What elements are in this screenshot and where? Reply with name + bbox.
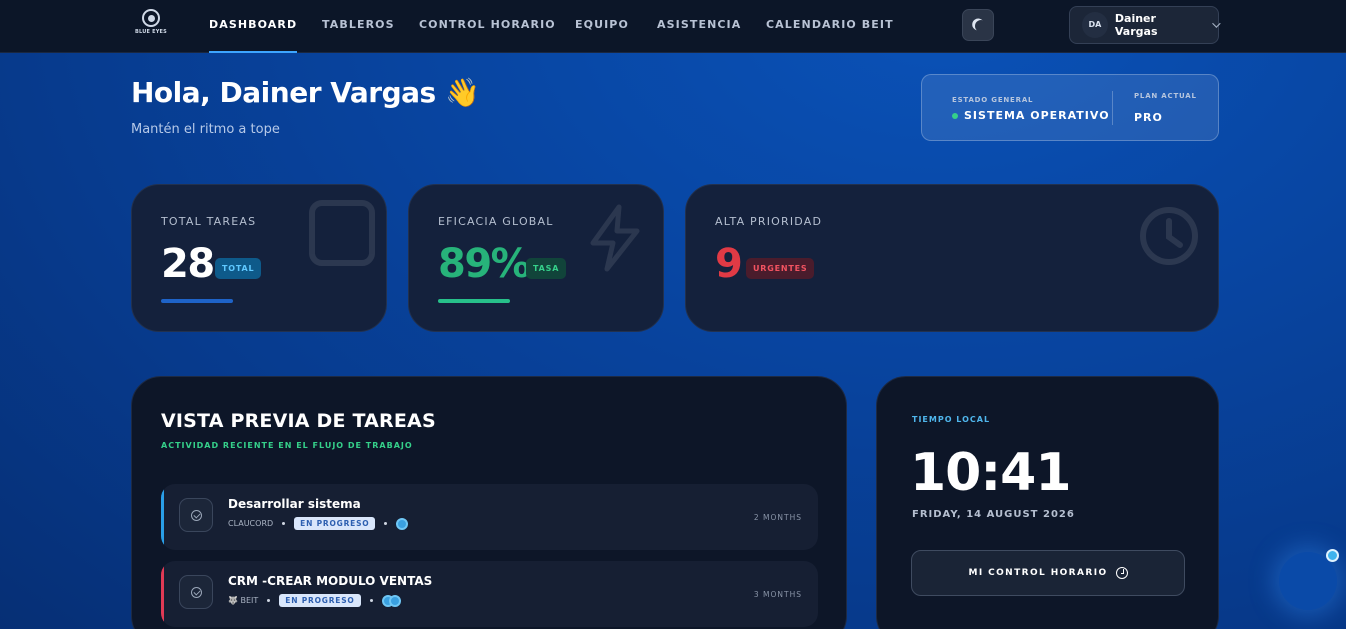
- list-item[interactable]: CRM -CREAR MODULO VENTAS 🐺 BEIT EN PROGR…: [161, 561, 818, 627]
- task-project: 🐺 BEIT: [228, 596, 259, 605]
- separator-dot: [282, 522, 286, 525]
- stat-value: 89%: [438, 241, 531, 287]
- system-status-card: ESTADO GENERAL SISTEMA OPERATIVO PLAN AC…: [921, 74, 1219, 141]
- clock-icon: [1140, 207, 1198, 265]
- task-meta: CLAUCORD EN PROGRESO: [228, 517, 409, 530]
- panel-title: VISTA PREVIA DE TAREAS: [161, 410, 436, 432]
- task-time: 2 MONTHS: [753, 513, 802, 522]
- assignee-avatars[interactable]: [381, 594, 401, 607]
- stat-badge: URGENTES: [746, 258, 815, 279]
- task-status-button[interactable]: [179, 498, 213, 532]
- tasks-preview-panel: VISTA PREVIA DE TAREAS ACTIVIDAD RECIENT…: [131, 376, 847, 629]
- divider: [1112, 91, 1113, 125]
- tab-asistencia[interactable]: ASISTENCIA: [657, 0, 741, 53]
- tab-control-horario[interactable]: CONTROL HORARIO: [419, 0, 556, 53]
- eye-logo-icon: [142, 9, 160, 27]
- tab-equipo[interactable]: EQUIPO: [575, 0, 629, 53]
- stat-badge: TASA: [526, 258, 567, 279]
- brand-name: BLUE EYES: [135, 29, 167, 35]
- status-badge: EN PROGRESO: [294, 517, 376, 530]
- list-item[interactable]: Desarrollar sistema CLAUCORD EN PROGRESO…: [161, 484, 818, 550]
- plan-label: PLAN ACTUAL: [1134, 92, 1197, 100]
- tab-calendario-beit[interactable]: CALENDARIO BEIT: [766, 0, 894, 53]
- stat-card-alta-prioridad: ALTA PRIORIDAD 9 URGENTES: [685, 184, 1219, 332]
- stat-label: TOTAL TAREAS: [161, 215, 257, 228]
- notification-dot-icon: [1326, 549, 1339, 562]
- chevron-down-icon: [1212, 19, 1221, 28]
- user-name: Dainer Vargas: [1114, 12, 1158, 38]
- page-title: Hola, Dainer Vargas 👋: [131, 76, 480, 109]
- task-project: CLAUCORD: [228, 519, 274, 528]
- clock-time: 10:41: [910, 443, 1072, 503]
- assignee-avatar: [388, 594, 401, 607]
- panel-subtitle: ACTIVIDAD RECIENTE EN EL FLUJO DE TRABAJ…: [161, 441, 413, 450]
- task-name: Desarrollar sistema: [228, 497, 361, 511]
- status-label: ESTADO GENERAL: [952, 96, 1034, 104]
- assignee-avatar[interactable]: [396, 517, 409, 530]
- check-circle-icon: [190, 586, 202, 598]
- status-badge: EN PROGRESO: [279, 594, 361, 607]
- task-accent: [161, 561, 164, 627]
- task-accent: [161, 484, 164, 550]
- mi-control-horario-button[interactable]: MI CONTROL HORARIO: [911, 550, 1185, 596]
- clock-icon: [1115, 567, 1128, 579]
- stat-label: ALTA PRIORIDAD: [715, 215, 823, 228]
- stat-value: 28: [161, 241, 215, 287]
- status-value: SISTEMA OPERATIVO: [964, 109, 1110, 122]
- task-name: CRM -CREAR MODULO VENTAS: [228, 574, 433, 588]
- stat-badge: TOTAL: [215, 258, 262, 279]
- tab-tableros[interactable]: TABLEROS: [322, 0, 395, 53]
- tab-dashboard[interactable]: DASHBOARD: [209, 0, 298, 53]
- user-menu-button[interactable]: DA Dainer Vargas: [1069, 6, 1221, 44]
- brand-logo[interactable]: BLUE EYES: [134, 9, 168, 39]
- moon-icon: [974, 19, 988, 33]
- theme-toggle-button[interactable]: [962, 9, 994, 41]
- check-circle-icon: [190, 509, 202, 521]
- list-icon: [309, 200, 375, 266]
- page-subtitle: Mantén el ritmo a tope: [131, 122, 280, 137]
- clock-label: TIEMPO LOCAL: [912, 415, 991, 424]
- stat-card-total-tareas: TOTAL TAREAS 28 TOTAL: [131, 184, 387, 332]
- separator-dot: [369, 599, 373, 602]
- lightning-icon: [590, 204, 640, 272]
- local-time-panel: TIEMPO LOCAL 10:41 FRIDAY, 14 AUGUST 202…: [876, 376, 1219, 629]
- task-time: 3 MONTHS: [753, 590, 802, 599]
- top-navbar: BLUE EYES DASHBOARD TABLEROS CONTROL HOR…: [0, 0, 1346, 53]
- status-dot-icon: [952, 113, 958, 119]
- plan-value: PRO: [1134, 111, 1163, 124]
- separator-dot: [384, 522, 388, 525]
- task-status-button[interactable]: [179, 575, 213, 609]
- avatar: DA: [1082, 12, 1108, 38]
- task-meta: 🐺 BEIT EN PROGRESO: [228, 594, 401, 607]
- separator-dot: [267, 599, 271, 602]
- stat-progress-bar: [161, 299, 233, 303]
- stat-label: EFICACIA GLOBAL: [438, 215, 554, 228]
- stat-value: 9: [715, 241, 743, 287]
- stat-card-eficacia-global: EFICACIA GLOBAL 89% TASA: [408, 184, 664, 332]
- stat-progress-bar: [438, 299, 510, 303]
- clock-date: FRIDAY, 14 AUGUST 2026: [912, 509, 1075, 520]
- button-label: MI CONTROL HORARIO: [968, 568, 1108, 578]
